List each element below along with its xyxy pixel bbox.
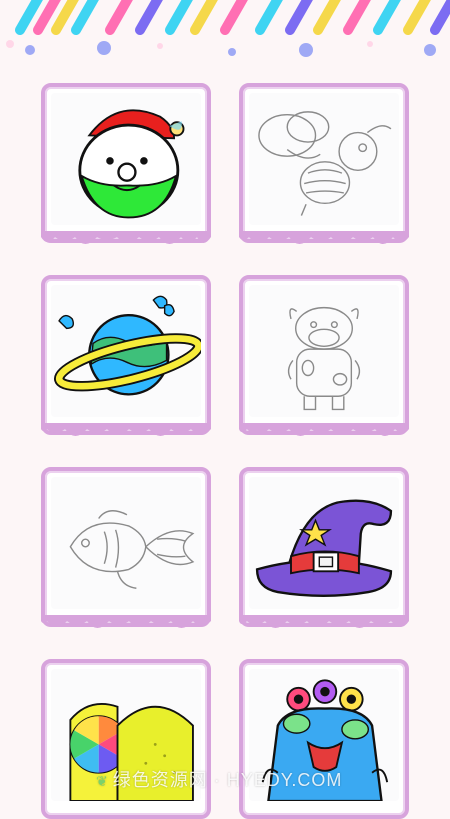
bee-icon	[258, 111, 392, 216]
coloring-card-alien-monster[interactable]	[239, 659, 409, 819]
frame-drips	[41, 615, 211, 628]
card-artwork	[249, 93, 399, 225]
coloring-card-fish[interactable]	[41, 467, 211, 628]
frame-drips	[41, 423, 211, 436]
card-artwork	[51, 93, 201, 225]
coloring-card-cow[interactable]	[239, 275, 409, 436]
coloring-card-planet[interactable]	[41, 275, 211, 436]
coloring-card-lemon[interactable]	[41, 659, 211, 819]
frame-drips	[239, 423, 409, 436]
frame-drips	[239, 615, 409, 628]
coloring-card-witch-hat[interactable]	[239, 467, 409, 628]
frame-drips	[41, 231, 211, 244]
santa-face-icon	[78, 109, 185, 219]
frame-drips	[239, 231, 409, 244]
cow-icon	[287, 306, 361, 411]
leaf-icon: ❦	[96, 773, 109, 789]
witch-hat-icon	[255, 499, 393, 597]
card-artwork	[51, 477, 201, 609]
watermark: ❦ 绿色资源网 · HYEDY.COM	[96, 766, 376, 790]
watermark-text: 绿色资源网 · HYEDY.COM	[112, 770, 343, 790]
fish-icon	[69, 510, 195, 589]
card-artwork	[249, 285, 399, 417]
card-artwork	[249, 477, 399, 609]
card-artwork	[51, 285, 201, 417]
coloring-card-santa[interactable]	[41, 83, 211, 244]
coloring-card-bee[interactable]	[239, 83, 409, 244]
coloring-page-grid	[0, 0, 450, 819]
planet-icon	[53, 295, 201, 396]
